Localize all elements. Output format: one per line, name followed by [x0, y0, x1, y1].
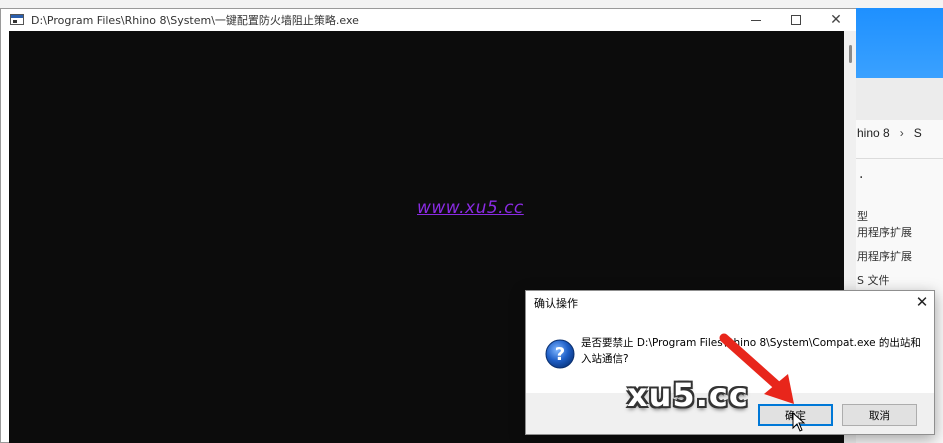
- scrollbar-thumb[interactable]: [849, 45, 852, 63]
- breadcrumb-item[interactable]: hino 8: [857, 126, 890, 140]
- maximize-icon: [791, 15, 801, 25]
- desktop: hino 8 › S · 型 用程序扩展 用程序扩展 S 文件 D:\Program…: [0, 0, 943, 443]
- title-bar[interactable]: D:\Program Files\Rhino 8\System\一键配置防火墙阻…: [1, 9, 856, 31]
- question-icon: ?: [545, 339, 575, 369]
- breadcrumb-item[interactable]: S: [914, 126, 922, 140]
- breadcrumb: hino 8 › S: [857, 126, 922, 140]
- dialog-close-button[interactable]: ✕: [910, 292, 934, 312]
- minimize-button[interactable]: [736, 9, 776, 31]
- file-type-label: 型: [857, 210, 868, 223]
- minimize-icon: [751, 19, 761, 21]
- console-app-icon: [10, 14, 24, 25]
- more-icon[interactable]: ·: [859, 170, 863, 186]
- window-title: D:\Program Files\Rhino 8\System\一键配置防火墙阻…: [31, 14, 359, 27]
- explorer-ribbon: [849, 8, 943, 78]
- mouse-cursor-icon: [792, 412, 806, 432]
- dialog-title: 确认操作: [534, 297, 578, 310]
- maximize-button[interactable]: [776, 9, 816, 31]
- explorer-toolbar: [849, 78, 943, 120]
- list-item[interactable]: 用程序扩展: [857, 248, 912, 264]
- list-item[interactable]: S 文件: [857, 272, 889, 288]
- list-item[interactable]: 用程序扩展: [857, 224, 912, 240]
- close-icon: ✕: [915, 293, 929, 311]
- chevron-right-icon: ›: [899, 126, 904, 140]
- watermark-text: www.xu5.cc: [417, 198, 524, 218]
- divider: [849, 158, 943, 159]
- close-button[interactable]: ✕: [816, 9, 856, 31]
- watermark-overlay: xu5.cc: [627, 376, 749, 414]
- cancel-button[interactable]: 取消: [842, 404, 917, 426]
- svg-text:?: ?: [555, 344, 565, 365]
- close-icon: ✕: [830, 12, 842, 28]
